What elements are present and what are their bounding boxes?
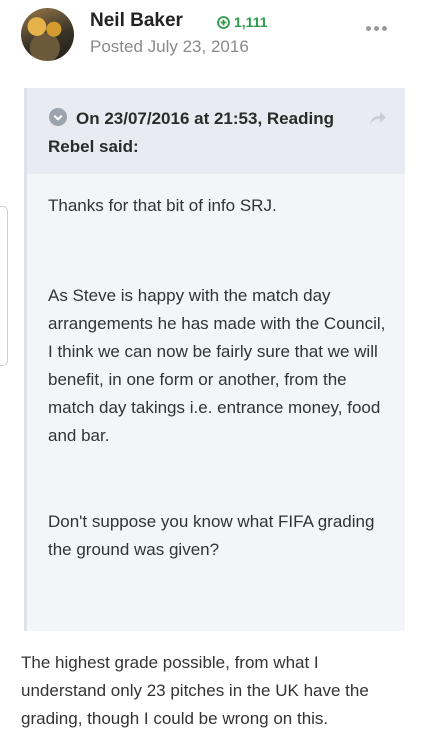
citation-text: On 23/07/2016 at 21:53, Reading Rebel sa…: [48, 109, 334, 156]
post-date[interactable]: Posted July 23, 2016: [90, 37, 249, 57]
quote-paragraph: As Steve is happy with the match day arr…: [48, 286, 386, 445]
avatar[interactable]: [21, 8, 74, 61]
quote-block: On 23/07/2016 at 21:53, Reading Rebel sa…: [24, 88, 405, 631]
quote-paragraph: Don't suppose you know what FIFA grading…: [48, 512, 375, 559]
author-name[interactable]: Neil Baker: [90, 10, 183, 32]
share-arrow-icon[interactable]: [368, 109, 388, 127]
reputation-count: 1,111: [234, 14, 268, 30]
ellipsis-icon[interactable]: [366, 26, 388, 34]
post-header: Neil Baker 1,111 Posted July 23, 2016: [0, 0, 421, 75]
scroll-handle[interactable]: [0, 206, 8, 366]
plus-circle-icon: [217, 15, 230, 29]
reputation-badge[interactable]: 1,111: [217, 14, 268, 30]
quote-citation: On 23/07/2016 at 21:53, Reading Rebel sa…: [27, 88, 405, 174]
post-body: The highest grade possible, from what I …: [21, 653, 369, 728]
quote-paragraph: Thanks for that bit of info SRJ.: [48, 196, 277, 215]
